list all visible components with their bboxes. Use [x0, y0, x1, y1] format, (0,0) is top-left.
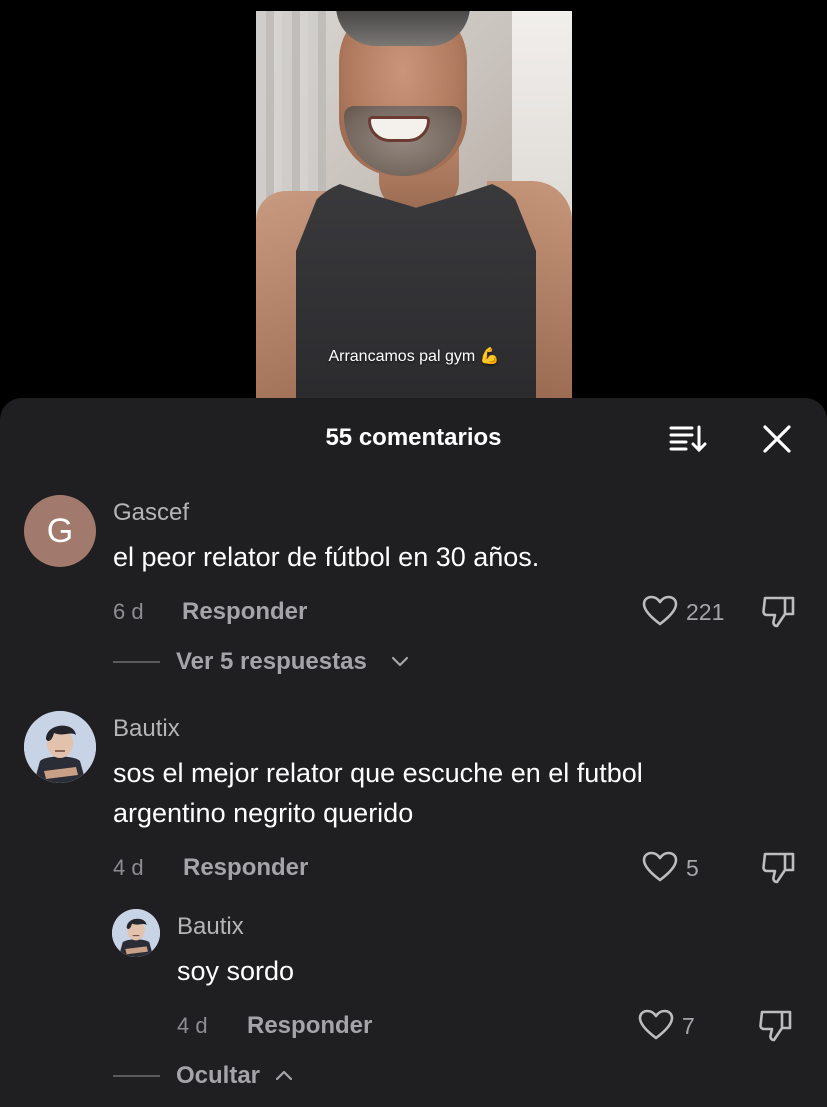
heart-icon	[642, 851, 678, 882]
like-count: 221	[686, 599, 725, 625]
avatar[interactable]	[24, 711, 96, 783]
sort-icon	[669, 425, 707, 453]
comment-username[interactable]: Bautix	[113, 715, 180, 743]
smile	[368, 116, 430, 142]
comment-text-line-2: argentino negrito querido	[113, 798, 414, 828]
comment-time: 4 d	[113, 855, 144, 880]
sheet-header: 55 comentarios	[0, 398, 827, 478]
reply-button[interactable]: Responder	[247, 1012, 372, 1040]
cartoon-avatar-image	[24, 711, 96, 783]
thumbs-down-icon	[762, 852, 795, 884]
reply-username[interactable]: Bautix	[177, 913, 244, 941]
tank-top	[296, 179, 536, 400]
like-count: 5	[686, 855, 699, 881]
reply-text: soy sordo	[177, 956, 295, 986]
reply-button[interactable]: Responder	[183, 854, 308, 882]
close-button[interactable]	[760, 422, 794, 456]
chevron-down-icon	[391, 656, 409, 667]
sort-button[interactable]	[668, 422, 708, 456]
like-button[interactable]	[642, 851, 678, 883]
reply-button[interactable]: Responder	[182, 598, 307, 626]
thumbs-down-icon	[762, 596, 795, 628]
view-replies-label: Ver 5 respuestas	[176, 648, 367, 675]
close-icon	[763, 425, 791, 453]
dislike-button[interactable]	[758, 1008, 794, 1042]
reply-time: 4 d	[177, 1013, 208, 1038]
comment-text-line-1: sos el mejor relator que escuche en el f…	[113, 758, 643, 788]
thread-divider	[113, 661, 160, 663]
comment-text: el peor relator de fútbol en 30 años.	[113, 542, 540, 572]
avatar[interactable]	[112, 909, 160, 957]
cartoon-avatar-image	[112, 909, 160, 957]
like-button[interactable]	[638, 1009, 674, 1041]
view-replies-toggle[interactable]: Ver 5 respuestas	[113, 646, 423, 678]
video-caption: Arrancamos pal gym 💪	[328, 348, 500, 365]
dislike-button[interactable]	[761, 850, 797, 884]
comments-sheet: 55 comentarios G Gascef el peor relator …	[0, 398, 827, 1107]
video-preview[interactable]: Arrancamos pal gym 💪	[256, 11, 572, 400]
heart-icon	[638, 1009, 674, 1040]
chevron-up-icon	[275, 1070, 293, 1081]
like-count: 7	[682, 1013, 695, 1039]
hide-replies-label: Ocultar	[176, 1062, 261, 1089]
like-button[interactable]	[642, 595, 678, 627]
comment-time: 6 d	[113, 599, 144, 624]
avatar-letter: G	[46, 511, 74, 550]
dislike-button[interactable]	[761, 594, 797, 628]
comment-username[interactable]: Gascef	[113, 499, 189, 527]
thread-divider	[113, 1075, 160, 1077]
heart-icon	[642, 595, 678, 626]
avatar[interactable]: G	[24, 495, 96, 567]
thumbs-down-icon	[759, 1010, 792, 1042]
hide-replies-toggle[interactable]: Ocultar	[113, 1060, 313, 1092]
